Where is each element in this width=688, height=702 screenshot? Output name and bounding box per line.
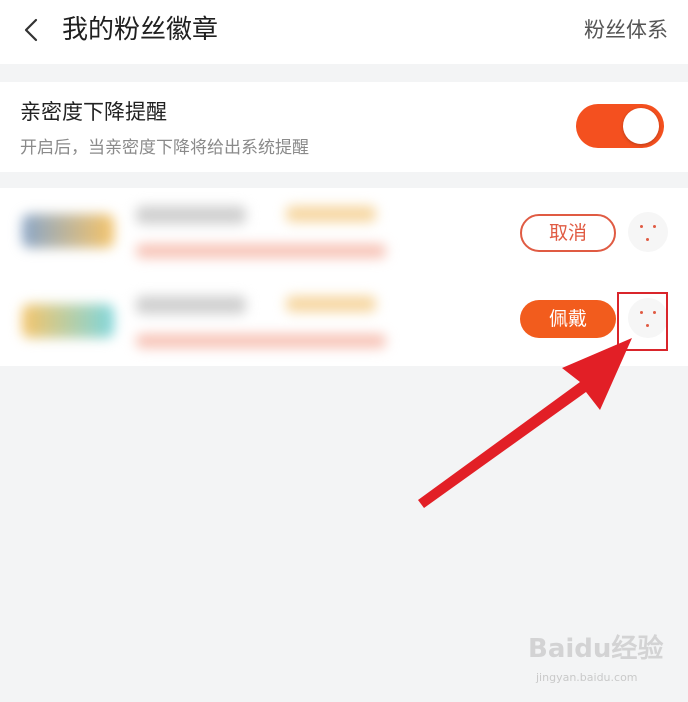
blurred-level [286,206,376,222]
watermark-url: jingyan.baidu.com [536,671,638,684]
toggle-knob [623,108,659,144]
chevron-left-icon[interactable] [18,16,46,44]
reminder-description: 开启后，当亲密度下降将给出系统提醒 [20,138,309,158]
blurred-level [286,296,376,312]
badge-row: 取消 [0,188,688,276]
app-header: 我的粉丝徽章 粉丝体系 [0,0,688,64]
fan-system-link[interactable]: 粉丝体系 [584,16,668,44]
reminder-toggle[interactable] [576,104,664,148]
page-title: 我的粉丝徽章 [62,15,219,45]
blurred-name [136,296,246,314]
blurred-badge-info [16,282,396,362]
badge-icon [22,214,114,248]
blurred-progress [136,244,386,258]
intimacy-reminder-card: 亲密度下降提醒 开启后，当亲密度下降将给出系统提醒 [0,82,688,172]
reminder-title: 亲密度下降提醒 [20,100,167,124]
pointer-arrow-icon [418,338,632,508]
blurred-name [136,206,246,224]
blurred-progress [136,334,386,348]
cancel-button[interactable]: 取消 [520,214,616,252]
baidu-watermark: Baidu经验 [528,634,664,664]
more-options-button[interactable] [628,212,668,252]
badge-icon [22,304,114,338]
blurred-badge-info [16,192,396,272]
